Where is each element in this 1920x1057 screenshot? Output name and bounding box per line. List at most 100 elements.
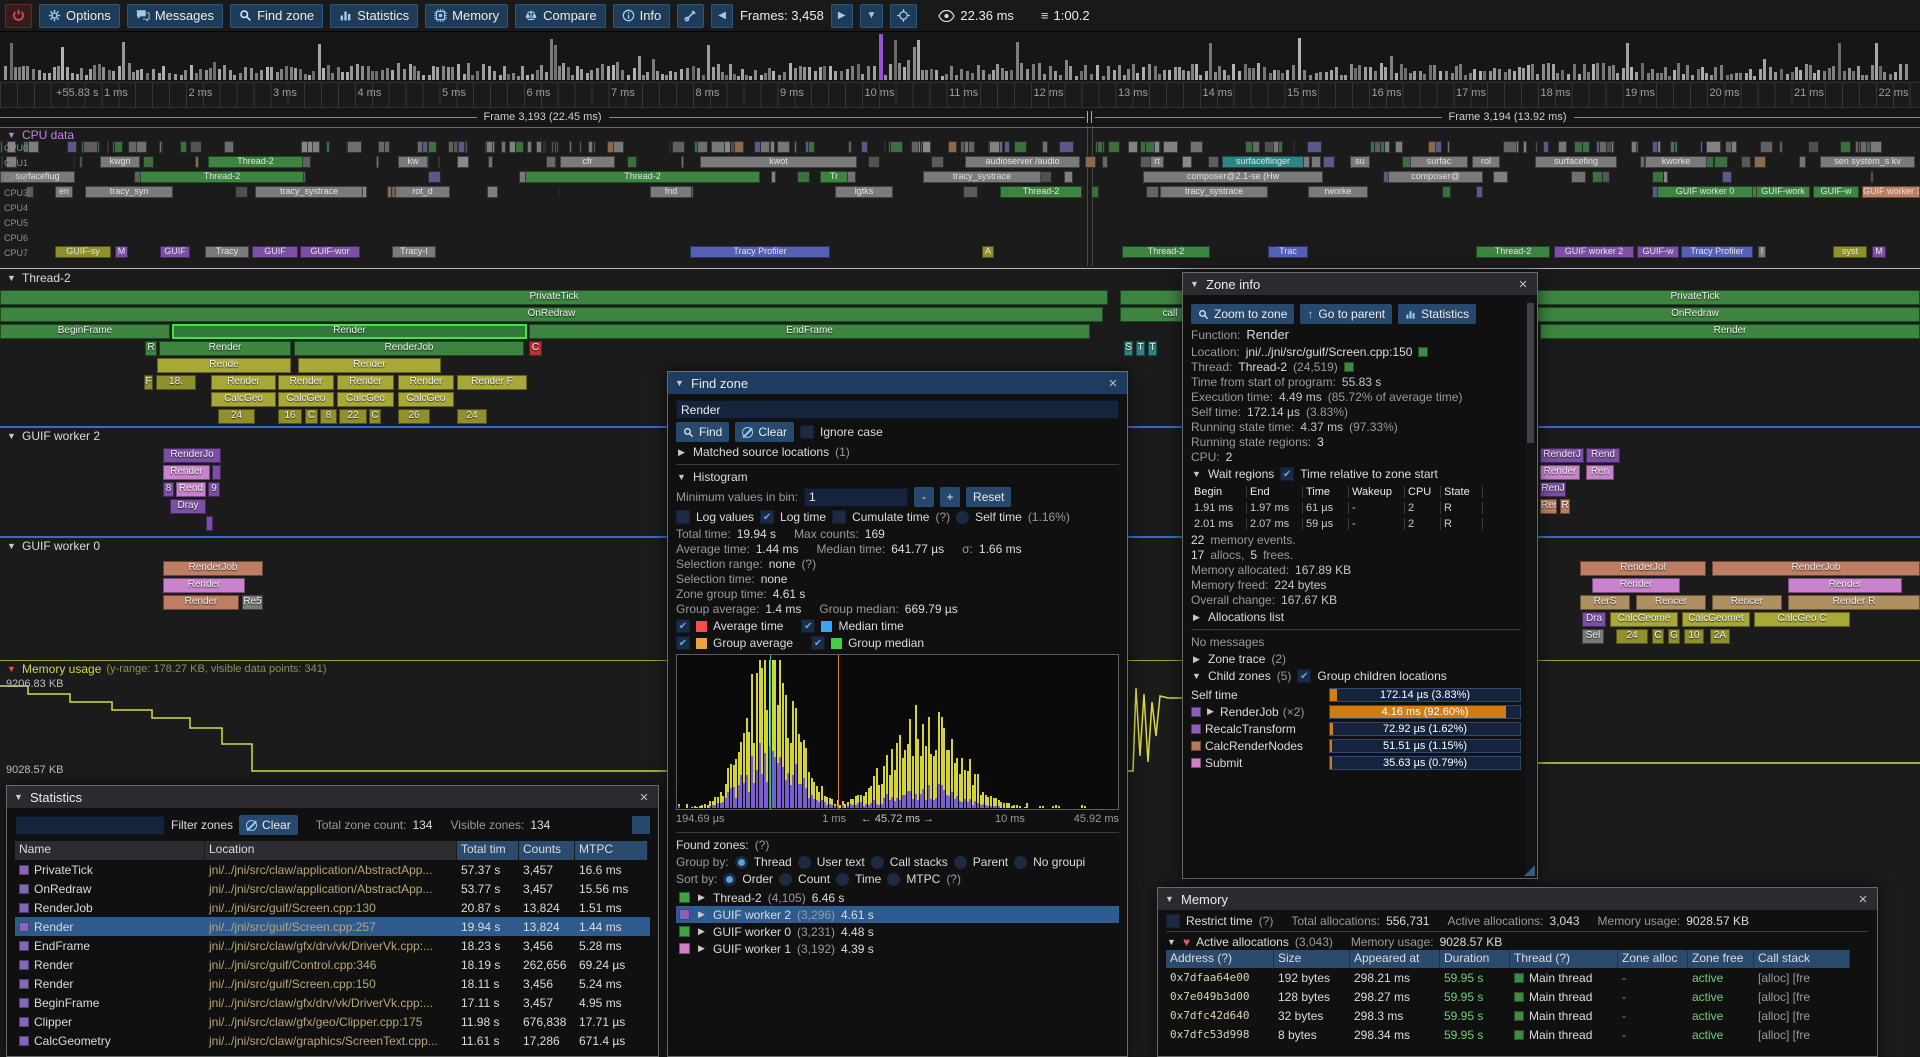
timeline-zone[interactable]: CalcGeo (278, 392, 334, 407)
sort-by-option[interactable]: MTPC (906, 872, 940, 886)
timeline-zone[interactable]: CalcGeo C (1754, 612, 1850, 627)
timeline-zone[interactable]: Rer (1540, 499, 1557, 514)
close-icon[interactable]: × (1105, 375, 1121, 391)
timeline-zone[interactable]: Render (1788, 578, 1902, 593)
group-children-checkbox[interactable] (1297, 669, 1311, 683)
zone-statistics-button[interactable]: Statistics (1398, 304, 1476, 324)
sort-by-radio[interactable] (887, 873, 900, 886)
next-frame-button[interactable]: ▶ (831, 4, 853, 28)
memory-column-header[interactable]: Call stack (1754, 950, 1850, 968)
location-value[interactable]: jni/../jni/src/guif/Screen.cpp:150 (1246, 345, 1413, 359)
cumulate-time-checkbox[interactable] (832, 510, 846, 524)
stats-column-header[interactable]: Location (205, 841, 457, 860)
resize-grip[interactable] (1524, 865, 1535, 876)
collapse-icon[interactable]: ▼ (1189, 279, 1200, 289)
timeline-zone[interactable]: Render (1592, 578, 1680, 593)
help-marker[interactable]: (?) (935, 510, 950, 524)
group-by-radio[interactable] (798, 856, 811, 869)
memory-usage-header[interactable]: ▼ Memory usage (y-range: 178.27 KB, visi… (6, 662, 327, 676)
timeline-zone[interactable]: T (1136, 341, 1145, 356)
child-zone-row[interactable]: RecalcTransform72.92 µs (1.62%) (1191, 720, 1521, 737)
timeline-zone[interactable]: Rencer (1712, 595, 1782, 610)
limit-to-view-button[interactable] (632, 816, 650, 834)
zone-trace-toggle[interactable]: ▶Zone trace(2) (1191, 652, 1521, 666)
timeline-zone[interactable]: Sel (1582, 629, 1604, 644)
timeline-zone[interactable]: Dray (170, 499, 206, 514)
restrict-time-checkbox[interactable] (1166, 914, 1180, 928)
memory-column-header[interactable]: Thread (?) (1510, 950, 1618, 968)
collapse-icon[interactable]: ▼ (674, 378, 685, 388)
zone-info-titlebar[interactable]: ▼ Zone info × (1183, 273, 1537, 295)
timeline-zone[interactable]: Rend (176, 482, 206, 497)
stats-row[interactable]: RenderJobjni/../jni/src/guif/Screen.cpp:… (15, 898, 650, 917)
timeline-zone[interactable]: R (1560, 499, 1570, 514)
timeline-zone[interactable]: 22 (339, 409, 367, 424)
draw-median-checkbox[interactable] (801, 619, 815, 633)
histogram-toggle[interactable]: ▼ Histogram (676, 470, 1119, 484)
timeline-zone[interactable]: 2A (1710, 629, 1730, 644)
power-button[interactable] (5, 4, 32, 28)
help-marker[interactable]: (?) (1259, 914, 1274, 928)
sort-by-option[interactable]: Count (798, 872, 830, 886)
close-icon[interactable]: × (1855, 891, 1871, 907)
timeline-zone[interactable]: Render (159, 341, 291, 356)
tools-button[interactable] (677, 4, 704, 28)
allocation-row[interactable]: 0x7dfc42d64032 bytes298.3 ms59.95 sMain … (1166, 1006, 1869, 1025)
sort-by-radio[interactable] (779, 873, 792, 886)
compare-button[interactable]: Compare (515, 4, 605, 28)
timeline-zone[interactable]: Render (163, 578, 245, 593)
timeline-zone[interactable]: Rend (1586, 448, 1620, 463)
draw-group-average-checkbox[interactable] (676, 636, 690, 650)
sort-by-option[interactable]: Order (742, 872, 773, 886)
ignore-case-checkbox[interactable] (800, 425, 814, 439)
timeline-zone[interactable]: RenderJol (1580, 561, 1706, 576)
memory-column-header[interactable]: Zone alloc (1618, 950, 1688, 968)
stats-row[interactable]: Clipperjni/../jni/src/claw/gfx/geo/Clipp… (15, 1012, 650, 1031)
timeline-zone[interactable]: Render (163, 595, 239, 610)
timeline-zone[interactable]: Render (278, 375, 334, 390)
find-zone-titlebar[interactable]: ▼ Find zone × (668, 372, 1127, 394)
found-zone-group[interactable]: ▶GUIF worker 0(3,231)4.48 s (676, 923, 1119, 940)
go-to-parent-button[interactable]: ↑Go to parent (1300, 304, 1392, 324)
stats-column-header[interactable]: Name (15, 841, 205, 860)
clear-button[interactable]: Clear (735, 422, 794, 442)
timeline-zone[interactable]: Render (398, 375, 454, 390)
stats-row[interactable]: Renderjni/../jni/src/guif/Screen.cpp:257… (15, 917, 650, 936)
timeline-zone[interactable]: C (529, 341, 542, 356)
messages-button[interactable]: Messages (127, 4, 223, 28)
goto-frame-button[interactable] (890, 4, 917, 28)
memory-titlebar[interactable]: ▼ Memory × (1158, 888, 1877, 910)
group-by-option[interactable]: No groupi (1033, 855, 1085, 869)
stats-row[interactable]: OnRedrawjni/../jni/src/claw/application/… (15, 879, 650, 898)
group-by-option[interactable]: Parent (973, 855, 1008, 869)
collapse-icon[interactable]: ▼ (13, 792, 24, 802)
decrease-bin-button[interactable]: - (914, 487, 934, 507)
info-button[interactable]: Info (613, 4, 671, 28)
sort-by-radio[interactable] (723, 873, 736, 886)
draw-average-checkbox[interactable] (676, 619, 690, 633)
matched-source-locations-toggle[interactable]: ▶ Matched source locations (1) (676, 445, 1119, 459)
timeline-zone[interactable]: RenderJob (163, 561, 263, 576)
statistics-button[interactable]: Statistics (330, 4, 418, 28)
timeline-zone[interactable]: 9 (208, 482, 220, 497)
allocations-list-toggle[interactable]: ▶Allocations list (1191, 610, 1521, 624)
timeline-zone[interactable] (206, 516, 213, 531)
timeline-zone[interactable]: T (1148, 341, 1157, 356)
relative-time-checkbox[interactable] (1280, 467, 1294, 481)
options-button[interactable]: Options (39, 4, 120, 28)
memory-column-header[interactable]: Duration (1440, 950, 1510, 968)
timeline-zone[interactable]: Re5 (242, 595, 263, 610)
cpu-data-header[interactable]: ▼ CPU data (6, 128, 74, 142)
memory-column-header[interactable]: Address (?) (1166, 950, 1274, 968)
timeline-zone[interactable]: Render F (457, 375, 527, 390)
timeline-zone[interactable]: CalcGeo (337, 392, 394, 407)
allocation-row[interactable]: 0x7dfc53d9988 bytes298.34 ms59.95 sMain … (1166, 1025, 1869, 1044)
child-zone-row[interactable]: ▶RenderJob(×2)4.16 ms (92.60%) (1191, 703, 1521, 720)
clear-filter-button[interactable]: Clear (239, 815, 298, 835)
group-by-radio[interactable] (735, 856, 748, 869)
memory-column-header[interactable]: Size (1274, 950, 1350, 968)
timeline-zone[interactable]: Render (337, 375, 394, 390)
find-button[interactable]: Find (676, 422, 729, 442)
log-time-checkbox[interactable] (760, 510, 774, 524)
group-by-option[interactable]: Call stacks (890, 855, 948, 869)
